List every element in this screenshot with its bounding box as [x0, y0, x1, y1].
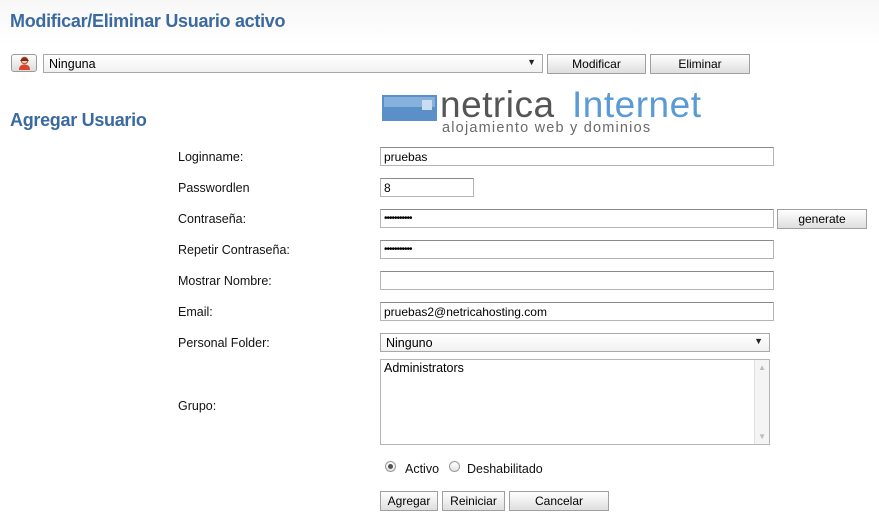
user-icon-button[interactable]: [11, 54, 37, 72]
chevron-down-icon: ▼: [754, 336, 763, 346]
scroll-up-icon[interactable]: ▲: [758, 363, 766, 372]
user-icon: [19, 56, 30, 70]
loginname-field[interactable]: pruebas: [380, 147, 774, 166]
cancel-button[interactable]: Cancelar: [509, 491, 609, 511]
active-radio-label: Activo: [405, 462, 440, 476]
chevron-down-icon: ▼: [527, 57, 536, 67]
loginname-label: Loginname:: [178, 150, 244, 164]
personal-folder-select[interactable]: Ninguno ▼: [380, 333, 770, 352]
display-name-label: Mostrar Nombre:: [178, 274, 272, 288]
group-option[interactable]: Administrators: [384, 361, 464, 375]
user-select[interactable]: Ninguna ▼: [43, 54, 543, 73]
modify-button[interactable]: Modificar: [547, 54, 646, 74]
delete-button[interactable]: Eliminar: [650, 54, 750, 74]
add-button[interactable]: Agregar: [380, 491, 438, 511]
active-radio[interactable]: [385, 461, 396, 472]
passwordlen-field[interactable]: 8: [380, 178, 474, 197]
page-title: Modificar/Eliminar Usuario activo: [10, 11, 286, 31]
email-field[interactable]: pruebas2@netricahosting.com: [380, 302, 774, 321]
group-listbox[interactable]: Administrators ▲ ▼: [380, 359, 770, 445]
group-label: Grupo:: [178, 399, 217, 413]
add-user-title: Agregar Usuario: [10, 110, 147, 130]
reset-button[interactable]: Reiniciar: [442, 491, 505, 511]
password-field[interactable]: •••••••••••: [380, 209, 774, 228]
disabled-radio-label: Deshabilitado: [467, 462, 543, 476]
passwordlen-label: Passwordlen: [178, 181, 250, 195]
logo-tagline: alojamiento web y dominios: [442, 120, 652, 136]
user-select-value: Ninguna: [49, 57, 96, 71]
netrica-logo: netrica Internet alojamiento web y domin…: [382, 84, 722, 140]
logo-square: [422, 100, 432, 110]
personal-folder-value: Ninguno: [386, 336, 433, 350]
password-label: Contraseña:: [178, 212, 247, 226]
personal-folder-label: Personal Folder:: [178, 336, 270, 350]
scroll-down-icon[interactable]: ▼: [758, 432, 766, 441]
email-label: Email:: [178, 305, 213, 319]
disabled-radio[interactable]: [449, 461, 460, 472]
password-repeat-label: Repetir Contraseña:: [178, 243, 290, 257]
display-name-field[interactable]: [380, 271, 774, 290]
password-repeat-field[interactable]: •••••••••••: [380, 240, 774, 259]
generate-button[interactable]: generate: [777, 209, 867, 229]
